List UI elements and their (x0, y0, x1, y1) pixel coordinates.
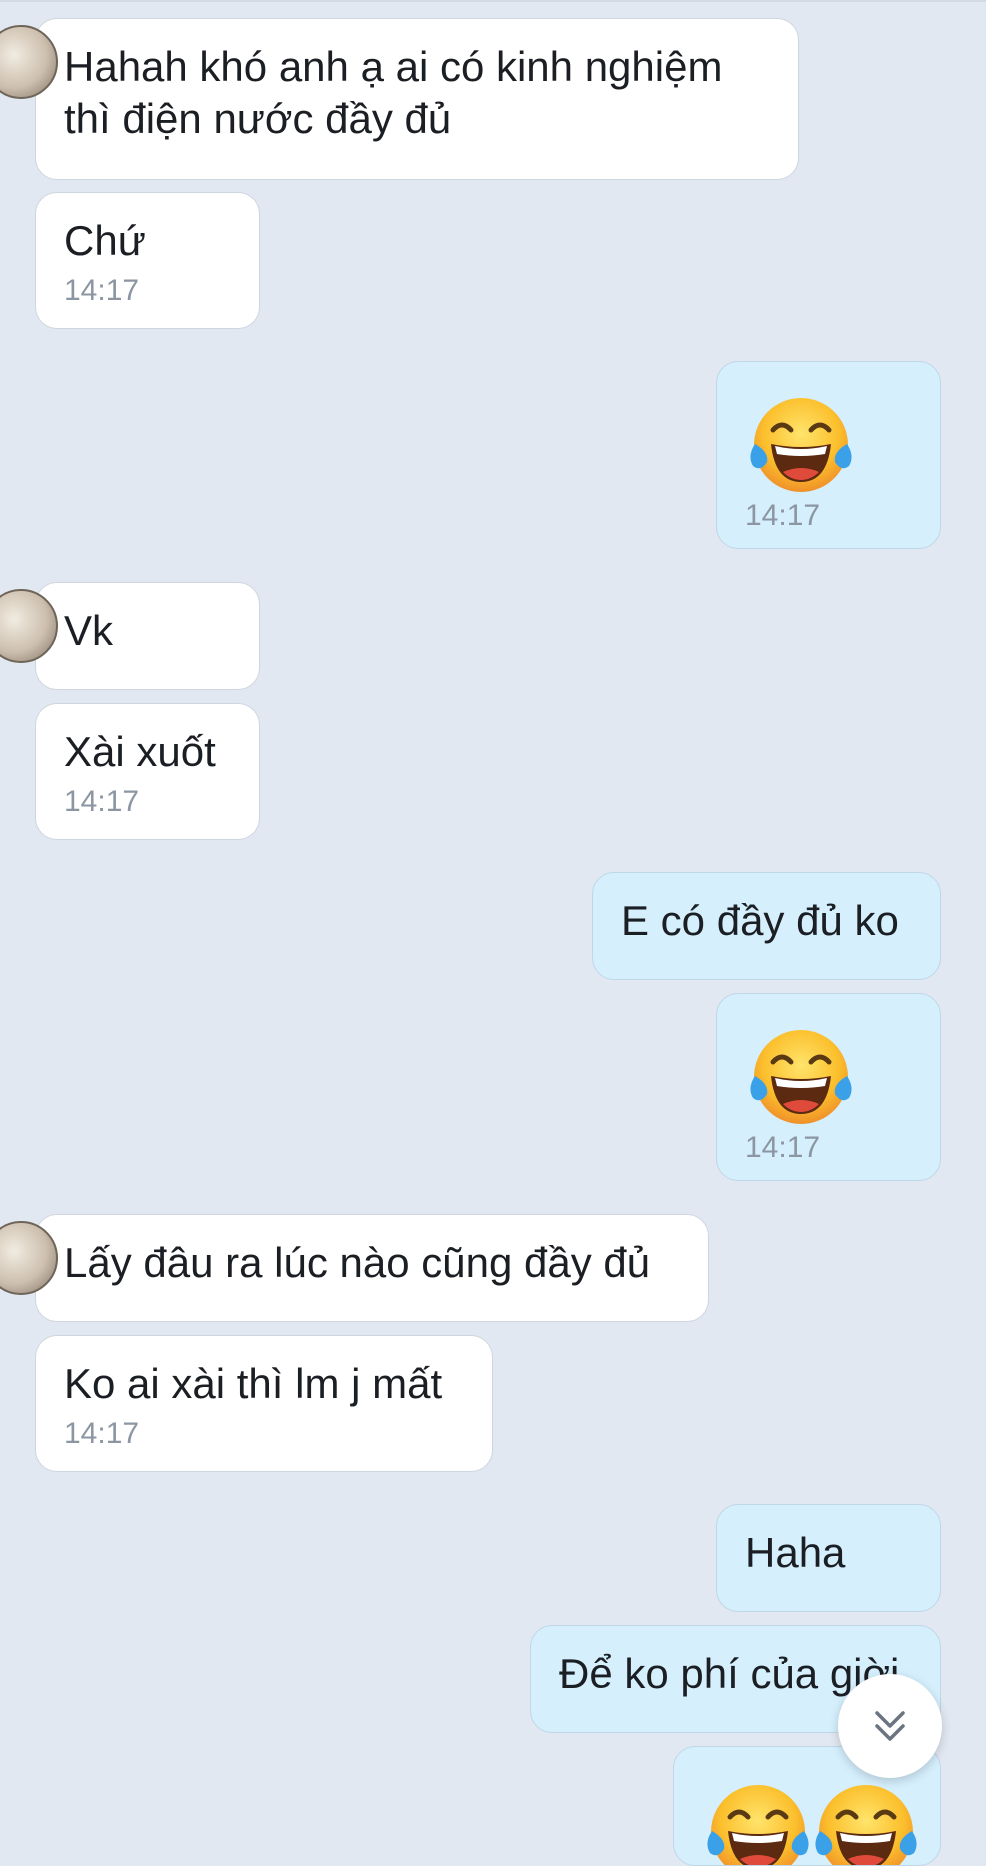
message-time: 14:17 (745, 499, 821, 532)
message-text: E có đầy đủ ko (621, 897, 899, 944)
message-text: Vk (64, 607, 114, 654)
message-time: 14:17 (64, 274, 140, 307)
message-time: 14:17 (64, 785, 140, 818)
message-text: Xài xuốt (64, 728, 216, 775)
scroll-to-bottom-button[interactable] (838, 1674, 942, 1778)
message-outgoing[interactable]: 14:17 (716, 361, 941, 549)
message-time: 14:17 (64, 1417, 140, 1450)
face-with-tears-of-joy-emoji (745, 394, 857, 496)
face-with-tears-of-joy-emoji (702, 1781, 922, 1866)
contact-avatar[interactable] (0, 1221, 58, 1295)
contact-avatar[interactable] (0, 25, 58, 99)
message-text: Haha (745, 1529, 846, 1576)
message-incoming[interactable]: Chứ 14:17 (35, 192, 260, 329)
double-chevron-down-icon (875, 1711, 905, 1741)
message-text: Chứ (64, 217, 146, 264)
top-divider (0, 0, 986, 2)
message-incoming[interactable]: Hahah khó anh ạ ai có kinh nghiệm thì đi… (0, 18, 799, 180)
message-text: Lấy đâu ra lúc nào cũng đầy đủ (64, 1239, 651, 1286)
message-outgoing[interactable]: 14:17 (716, 993, 941, 1181)
message-incoming[interactable]: Ko ai xài thì lm j mất 14:17 (35, 1335, 493, 1472)
message-time: 14:17 (745, 1131, 821, 1164)
face-with-tears-of-joy-emoji (745, 1026, 857, 1128)
message-text: Ko ai xài thì lm j mất (64, 1360, 443, 1407)
message-incoming[interactable]: Lấy đâu ra lúc nào cũng đầy đủ (0, 1214, 709, 1322)
message-incoming[interactable]: Vk (0, 582, 260, 690)
contact-avatar[interactable] (0, 589, 58, 663)
message-text: Hahah khó anh ạ ai có kinh nghiệm thì đi… (64, 43, 723, 142)
message-outgoing[interactable]: E có đầy đủ ko (592, 872, 941, 980)
message-incoming[interactable]: Xài xuốt 14:17 (35, 703, 260, 840)
message-outgoing[interactable]: Haha (716, 1504, 941, 1612)
